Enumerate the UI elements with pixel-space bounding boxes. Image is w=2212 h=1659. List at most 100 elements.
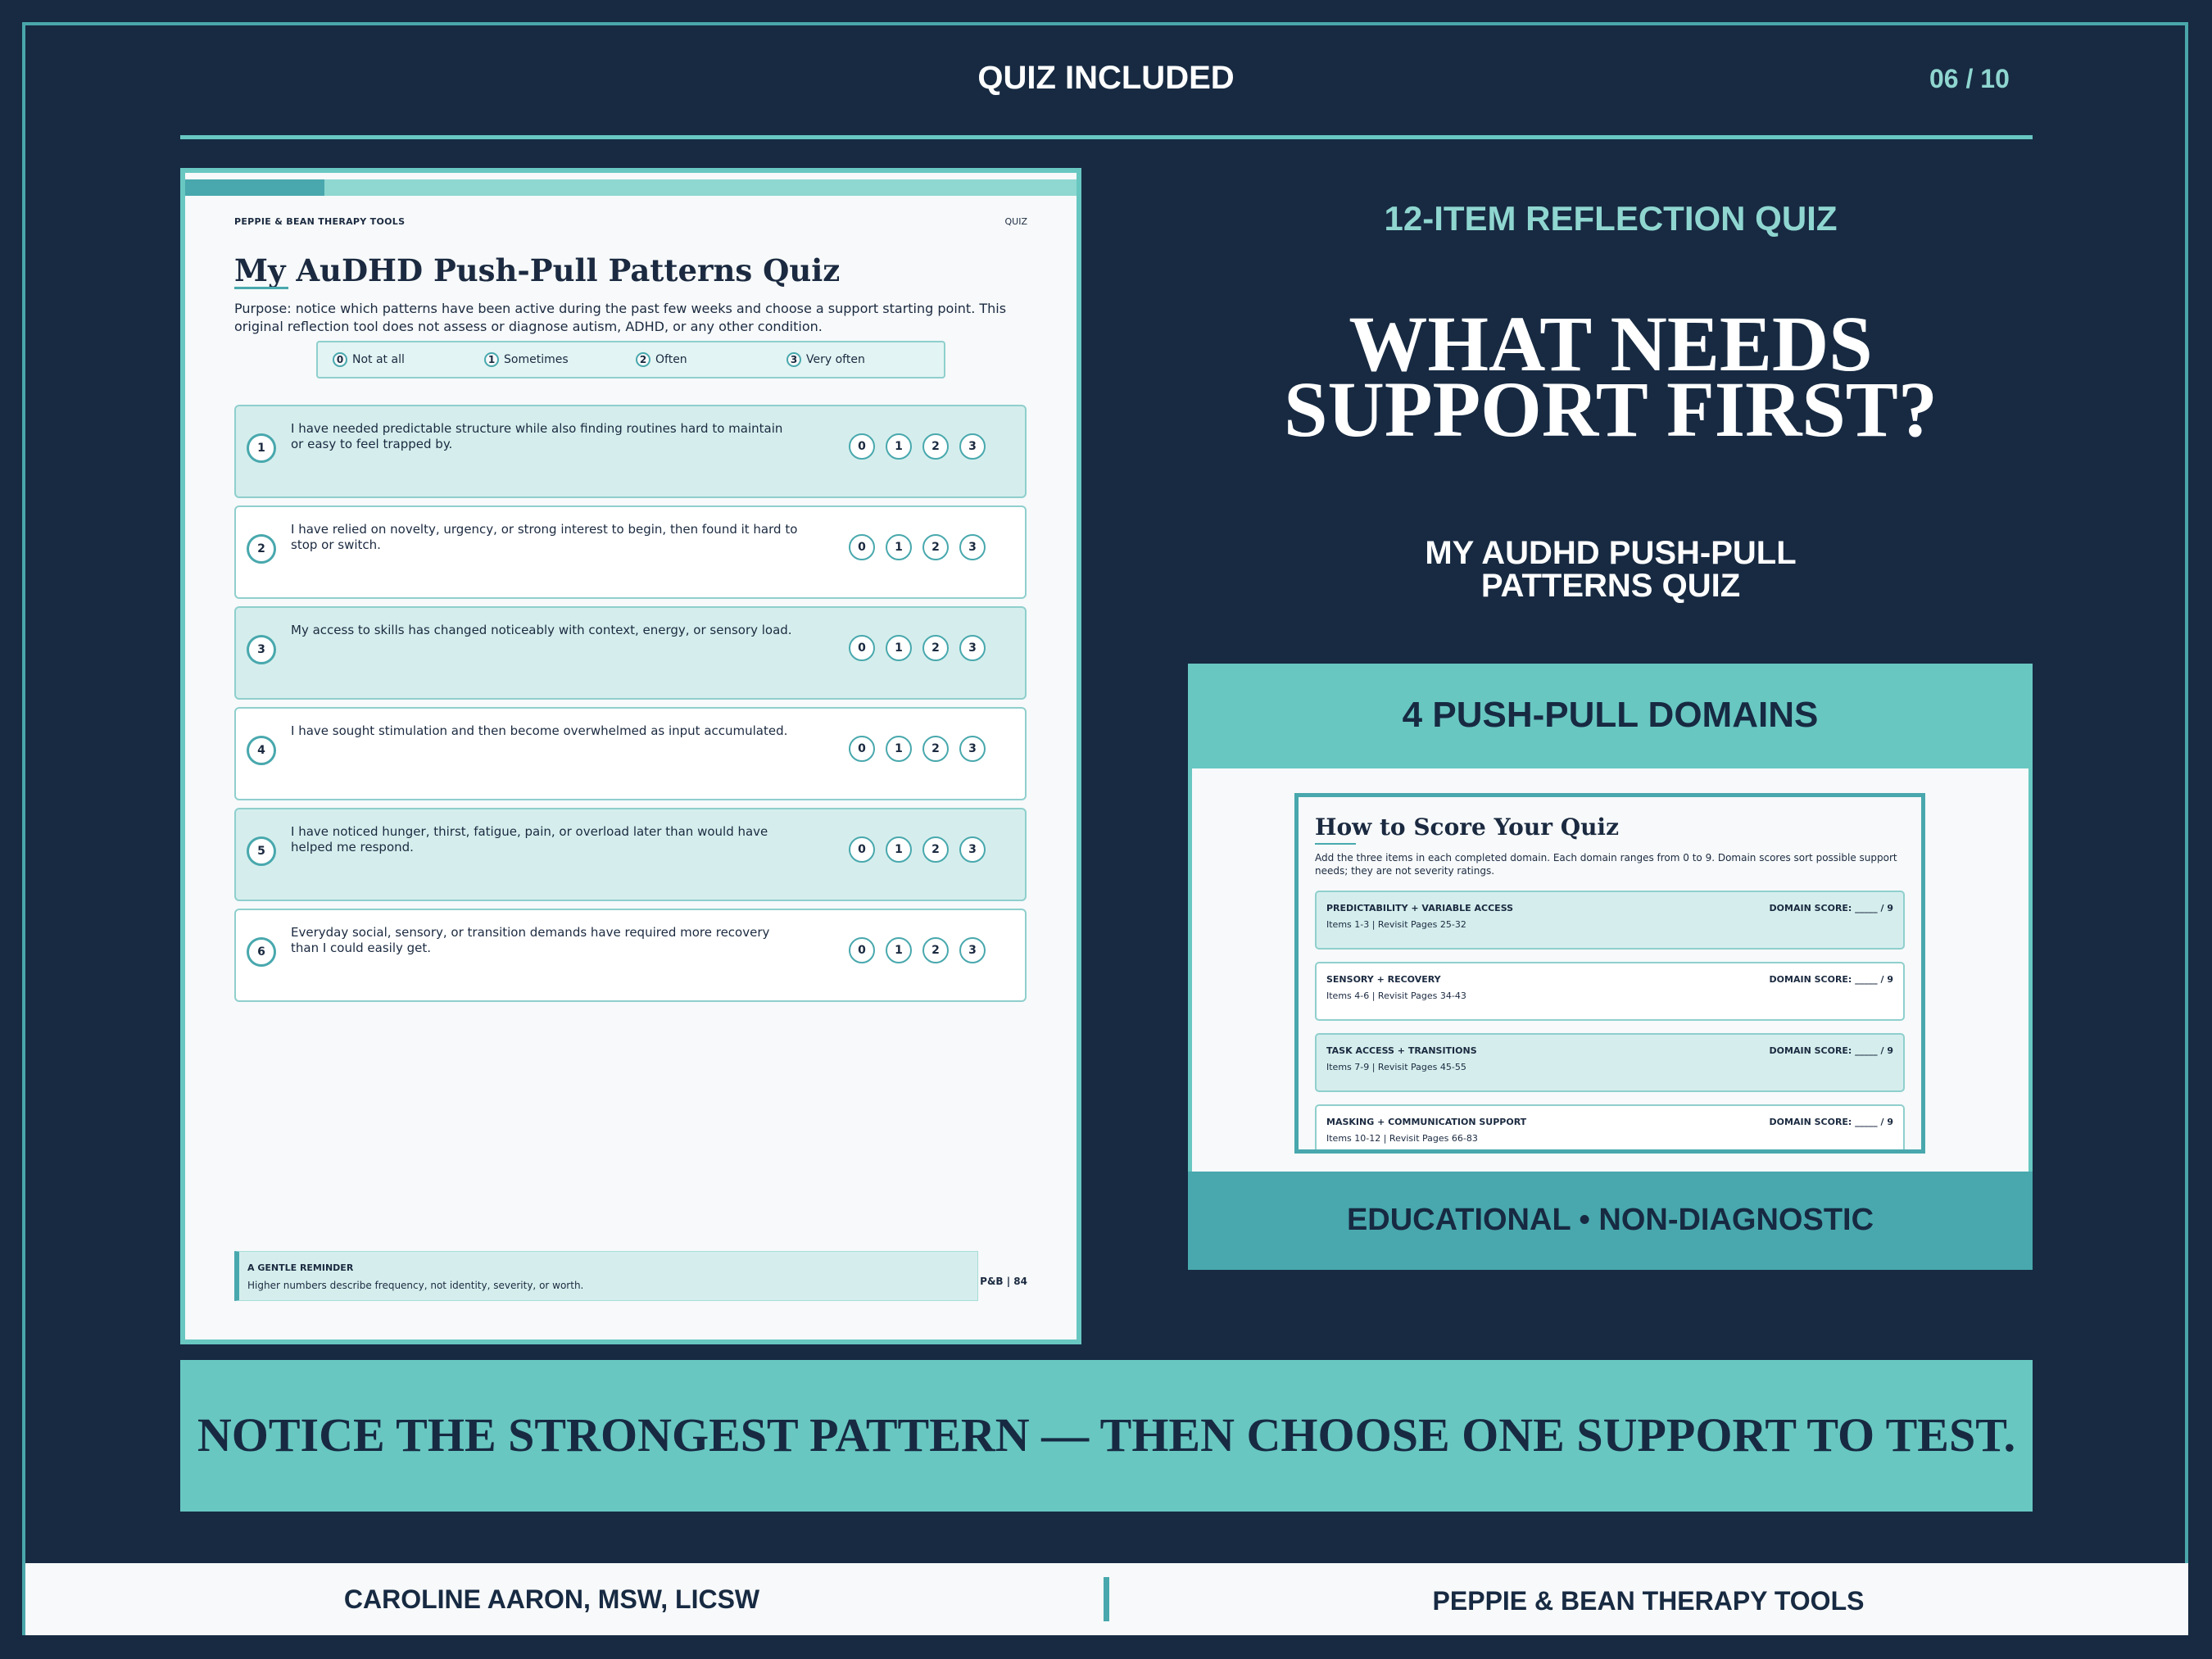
quiz-item-3: 3 My access to skills has changed notice…	[234, 606, 1027, 700]
rating-option-3[interactable]: 3	[959, 937, 986, 963]
title-underline	[234, 287, 288, 289]
scoring-description: Add the three items in each completed do…	[1315, 852, 1897, 877]
legend-item: 0 Not at all	[333, 352, 405, 367]
domains-card: 4 PUSH-PULL DOMAINS How to Score Your Qu…	[1188, 664, 2033, 1270]
page-number: P&B | 84	[980, 1276, 1027, 1287]
quiz-item-5: 5 I have noticed hunger, thirst, fatigue…	[234, 808, 1027, 901]
domain-score: DOMAIN SCORE: _____ / 9	[1769, 903, 1893, 913]
quiz-item-4: 4 I have sought stimulation and then bec…	[234, 707, 1027, 800]
rating-option-3[interactable]: 3	[959, 433, 986, 460]
domain-items: Items 7-9 | Revisit Pages 45-55	[1326, 1062, 1466, 1072]
call-to-action-banner: NOTICE THE STRONGEST PATTERN — THEN CHOO…	[180, 1360, 2033, 1512]
domain-name: TASK ACCESS + TRANSITIONS	[1326, 1045, 1477, 1056]
domain-score: DOMAIN SCORE: _____ / 9	[1769, 1117, 1893, 1127]
rating-scale-legend: 0 Not at all 1 Sometimes 2 Often 3 Very ofte…	[316, 341, 945, 378]
domains-card-footer: EDUCATIONAL • NON-DIAGNOSTIC	[1188, 1172, 2033, 1270]
rating-options: 0 1 2 3	[849, 635, 986, 661]
rating-options: 0 1 2 3	[849, 836, 986, 863]
scoring-title-underline	[1315, 843, 1356, 845]
rating-option-1[interactable]: 1	[886, 534, 912, 560]
rating-option-0[interactable]: 0	[849, 534, 875, 560]
rating-option-2[interactable]: 2	[922, 635, 949, 661]
item-text: I have noticed hunger, thirst, fatigue, …	[291, 824, 768, 854]
domain-items: Items 10-12 | Revisit Pages 66-83	[1326, 1133, 1478, 1144]
page-section-label: QUIZ	[1004, 216, 1028, 227]
item-text: I have sought stimulation and then becom…	[291, 723, 788, 738]
rating-options: 0 1 2 3	[849, 534, 986, 560]
rating-option-1[interactable]: 1	[886, 433, 912, 460]
rating-option-3[interactable]: 3	[959, 736, 986, 762]
item-number: 3	[247, 635, 276, 664]
rating-option-1[interactable]: 1	[886, 736, 912, 762]
domain-row: SENSORY + RECOVERY DOMAIN SCORE: _____ /…	[1315, 962, 1905, 1021]
quiz-purpose: Purpose: notice which patterns have been…	[234, 301, 1007, 334]
legend-number: 2	[636, 352, 650, 367]
rating-option-1[interactable]: 1	[886, 635, 912, 661]
rating-option-2[interactable]: 2	[922, 433, 949, 460]
rating-option-0[interactable]: 0	[849, 635, 875, 661]
rating-option-1[interactable]: 1	[886, 937, 912, 963]
rating-options: 0 1 2 3	[849, 937, 986, 963]
rating-option-3[interactable]: 3	[959, 534, 986, 560]
quiz-name: MY AUDHD PUSH-PULL PATTERNS QUIZ	[1188, 537, 2033, 602]
progress-bar-fill	[185, 179, 324, 196]
item-text: My access to skills has changed noticeab…	[291, 623, 792, 637]
quiz-name-line-2: PATTERNS QUIZ	[1480, 568, 1741, 604]
domain-row: TASK ACCESS + TRANSITIONS DOMAIN SCORE: …	[1315, 1033, 1905, 1092]
rating-option-3[interactable]: 3	[959, 635, 986, 661]
legend-number: 0	[333, 352, 347, 367]
main-headline: WHAT NEEDS SUPPORT FIRST?	[1188, 305, 2033, 453]
domain-row: MASKING + COMMUNICATION SUPPORT DOMAIN S…	[1315, 1104, 1905, 1149]
item-number: 6	[247, 937, 276, 967]
domains-card-title: 4 PUSH-PULL DOMAINS	[1402, 695, 1819, 735]
rating-option-2[interactable]: 2	[922, 736, 949, 762]
item-text: Everyday social, sensory, or transition …	[291, 925, 770, 955]
page-brand: PEPPIE & BEAN THERAPY TOOLS	[234, 216, 406, 227]
domains-card-footer-text: EDUCATIONAL • NON-DIAGNOSTIC	[1346, 1203, 1874, 1237]
scoring-title: How to Score Your Quiz	[1315, 814, 1619, 841]
header-divider	[180, 135, 2033, 139]
item-number: 1	[247, 433, 276, 463]
rating-option-0[interactable]: 0	[849, 433, 875, 460]
scoring-page-preview: How to Score Your Quiz Add the three ite…	[1294, 793, 1925, 1154]
domain-score: DOMAIN SCORE: _____ / 9	[1769, 1045, 1893, 1056]
quiz-item-2: 2 I have relied on novelty, urgency, or …	[234, 505, 1027, 599]
legend-label: Sometimes	[504, 353, 569, 366]
rating-option-2[interactable]: 2	[922, 937, 949, 963]
headline-line-2: SUPPORT FIRST?	[1284, 365, 1938, 453]
domain-score: DOMAIN SCORE: _____ / 9	[1769, 974, 1893, 985]
rating-option-0[interactable]: 0	[849, 937, 875, 963]
quiz-item-1: 1 I have needed predictable structure wh…	[234, 405, 1027, 498]
footer-strip: CAROLINE AARON, MSW, LICSW PEPPIE & BEAN…	[25, 1563, 2188, 1635]
domain-name: SENSORY + RECOVERY	[1326, 974, 1441, 985]
progress-bar	[185, 179, 1077, 196]
quiz-subtitle: 12-ITEM REFLECTION QUIZ	[1384, 199, 1838, 238]
rating-option-0[interactable]: 0	[849, 736, 875, 762]
quiz-page-preview: PEPPIE & BEAN THERAPY TOOLS QUIZ My AuDH…	[180, 168, 1081, 1344]
legend-item: 1 Sometimes	[484, 352, 569, 367]
domain-items: Items 1-3 | Revisit Pages 25-32	[1326, 919, 1466, 930]
legend-number: 3	[786, 352, 801, 367]
rating-option-2[interactable]: 2	[922, 534, 949, 560]
quiz-title: My AuDHD Push-Pull Patterns Quiz	[234, 252, 841, 288]
item-text: I have needed predictable structure whil…	[291, 421, 783, 451]
slide-counter: 06 / 10	[1929, 64, 2010, 93]
legend-number: 1	[484, 352, 499, 367]
gentle-reminder-box: A GENTLE REMINDER Higher numbers describ…	[234, 1251, 978, 1301]
banner-text: NOTICE THE STRONGEST PATTERN — THEN CHOO…	[197, 1408, 2016, 1462]
legend-item: 2 Often	[636, 352, 687, 367]
domain-items: Items 4-6 | Revisit Pages 34-43	[1326, 990, 1466, 1001]
rating-option-3[interactable]: 3	[959, 836, 986, 863]
domain-name: MASKING + COMMUNICATION SUPPORT	[1326, 1117, 1527, 1127]
reminder-title: A GENTLE REMINDER	[247, 1262, 354, 1273]
rating-option-2[interactable]: 2	[922, 836, 949, 863]
rating-option-0[interactable]: 0	[849, 836, 875, 863]
footer-brand: PEPPIE & BEAN THERAPY TOOLS	[1432, 1586, 1865, 1616]
author-credit: CAROLINE AARON, MSW, LICSW	[343, 1584, 760, 1614]
domain-name: PREDICTABILITY + VARIABLE ACCESS	[1326, 903, 1514, 913]
domain-row: PREDICTABILITY + VARIABLE ACCESS DOMAIN …	[1315, 891, 1905, 950]
domains-card-body: How to Score Your Quiz Add the three ite…	[1192, 768, 2028, 1172]
quiz-name-line-1: MY AUDHD PUSH-PULL	[1425, 535, 1797, 571]
rating-option-1[interactable]: 1	[886, 836, 912, 863]
rating-options: 0 1 2 3	[849, 433, 986, 460]
